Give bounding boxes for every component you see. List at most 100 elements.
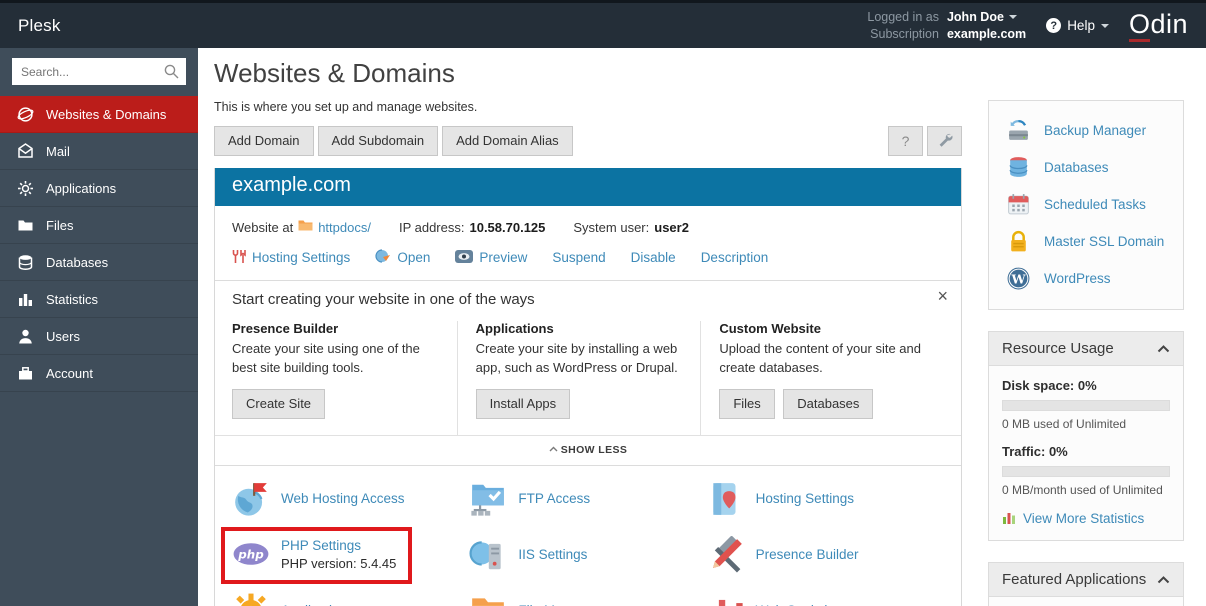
- backup-manager-link[interactable]: Backup Manager: [989, 112, 1183, 149]
- tool-iis-settings[interactable]: IIS Settings: [469, 536, 706, 574]
- scheduled-tasks-link[interactable]: Scheduled Tasks: [989, 186, 1183, 223]
- sidebar-item-applications[interactable]: Applications: [0, 170, 198, 207]
- open-link[interactable]: Open: [375, 248, 430, 267]
- sidebar-item-label: Files: [46, 217, 74, 233]
- presence-builder-icon: [707, 535, 745, 574]
- tools-icon: [232, 249, 246, 267]
- globe-icon: [17, 106, 34, 123]
- plesk-logo[interactable]: Plesk: [18, 16, 61, 36]
- gear-icon: [17, 180, 34, 197]
- disk-space-caption: 0 MB used of Unlimited: [1002, 417, 1127, 431]
- sidebar-item-account[interactable]: Account: [0, 355, 198, 392]
- mail-icon: [17, 142, 34, 160]
- add-domain-button[interactable]: Add Domain: [214, 126, 314, 156]
- getting-started-panel: × Start creating your website in one of …: [215, 280, 961, 466]
- hosting-settings-icon: [707, 480, 745, 518]
- add-subdomain-button[interactable]: Add Subdomain: [317, 126, 439, 156]
- tool-file-manager[interactable]: File Manager: [469, 592, 706, 606]
- tool-php-settings[interactable]: php PHP Settings PHP version: 5.4.45: [221, 526, 413, 584]
- tool-presence-builder[interactable]: Presence Builder: [707, 535, 944, 574]
- ftp-access-icon: [469, 480, 507, 518]
- topbar: Plesk Logged in as John Doe Subscription…: [0, 0, 1206, 48]
- php-version-text: PHP version: 5.4.45: [281, 555, 397, 571]
- search-icon[interactable]: [163, 63, 180, 85]
- sidebar-item-label: Databases: [46, 254, 109, 270]
- domain-info-row: Website at httpdocs/ IP address: 10.58.7…: [215, 206, 961, 237]
- sidebar-item-label: Mail: [46, 143, 70, 159]
- help-menu[interactable]: ? Help: [1046, 18, 1109, 33]
- install-apps-button[interactable]: Install Apps: [475, 388, 571, 419]
- tool-web-hosting-access[interactable]: Web Hosting Access: [232, 480, 469, 518]
- show-less-toggle[interactable]: SHOW LESS: [215, 434, 961, 465]
- add-domain-alias-button[interactable]: Add Domain Alias: [442, 126, 573, 156]
- close-icon[interactable]: ×: [937, 286, 948, 307]
- subscription-label: Subscription: [870, 27, 939, 41]
- promo-col-text: Upload the content of your site and crea…: [719, 341, 921, 375]
- promo-col-presence-builder: Presence Builder Create your site using …: [232, 321, 457, 435]
- docroot-link[interactable]: httpdocs/: [318, 220, 371, 235]
- svg-text:W: W: [1010, 271, 1026, 286]
- folder-icon: [17, 217, 34, 234]
- promo-title: Start creating your website in one of th…: [232, 291, 535, 308]
- promo-col-title: Custom Website: [719, 321, 821, 336]
- briefcase-icon: [17, 365, 34, 382]
- sidebar-item-users[interactable]: Users: [0, 318, 198, 355]
- master-ssl-domain-link[interactable]: Master SSL Domain: [989, 223, 1183, 260]
- odin-logo[interactable]: Odin: [1128, 9, 1188, 42]
- sidebar-item-websites-domains[interactable]: Websites & Domains: [0, 96, 198, 133]
- tool-web-statistics[interactable]: Web Statistics: [707, 592, 944, 606]
- traffic-progressbar: [1002, 466, 1170, 477]
- iis-settings-icon: [469, 536, 507, 574]
- help-label: Help: [1067, 18, 1095, 33]
- subscription-value[interactable]: example.com: [947, 26, 1026, 42]
- tool-ftp-access[interactable]: FTP Access: [469, 480, 706, 518]
- preview-eye-icon: [455, 249, 474, 266]
- wordpress-link[interactable]: W WordPress: [989, 260, 1183, 297]
- folder-icon: [298, 219, 313, 235]
- featured-applications-header[interactable]: Featured Applications: [989, 563, 1183, 597]
- ip-label: IP address:: [398, 219, 465, 235]
- chevron-up-icon: [1157, 575, 1170, 584]
- backup-manager-icon: [1006, 118, 1031, 143]
- tool-hosting-settings[interactable]: Hosting Settings: [707, 480, 944, 518]
- sidebar-item-statistics[interactable]: Statistics: [0, 281, 198, 318]
- php-badge-text: php: [237, 548, 264, 562]
- suspend-link[interactable]: Suspend: [552, 250, 605, 265]
- promo-col-applications: Applications Create your site by install…: [456, 321, 701, 435]
- sidebar-item-label: Users: [46, 328, 80, 344]
- databases-icon: [1006, 155, 1031, 180]
- files-button[interactable]: Files: [719, 388, 775, 419]
- sidebar-item-files[interactable]: Files: [0, 207, 198, 244]
- databases-link[interactable]: Databases: [989, 149, 1183, 186]
- hosting-settings-link[interactable]: Hosting Settings: [232, 249, 350, 267]
- promo-col-title: Presence Builder: [232, 321, 339, 336]
- description-link[interactable]: Description: [701, 250, 769, 265]
- sidebar-item-mail[interactable]: Mail: [0, 133, 198, 170]
- view-more-statistics-link[interactable]: View More Statistics: [1002, 510, 1170, 527]
- featured-applications-panel: Featured Applications Try out the most p…: [988, 562, 1184, 606]
- promo-col-title: Applications: [475, 321, 554, 336]
- sidebar: Websites & Domains Mail Applications Fil…: [0, 48, 198, 606]
- create-site-button[interactable]: Create Site: [232, 388, 326, 419]
- tool-applications[interactable]: Applications: [232, 592, 469, 606]
- user-name: John Doe: [946, 9, 1004, 24]
- databases-button[interactable]: Databases: [783, 388, 874, 419]
- settings-button[interactable]: [927, 126, 962, 156]
- disk-space-label: Disk space: 0%: [1002, 378, 1097, 393]
- search-input[interactable]: [12, 58, 186, 85]
- php-icon: php: [232, 535, 270, 573]
- domain-actions-row: Hosting Settings Open Preview Suspend Di…: [215, 237, 961, 280]
- sidebar-item-databases[interactable]: Databases: [0, 244, 198, 281]
- website-at-label: Website at: [232, 219, 294, 235]
- sidebar-item-label: Applications: [46, 180, 117, 196]
- disable-link[interactable]: Disable: [631, 250, 676, 265]
- resource-usage-header[interactable]: Resource Usage: [989, 332, 1183, 366]
- user-icon: [17, 328, 34, 345]
- user-menu[interactable]: John Doe: [947, 9, 1026, 25]
- system-user-label: System user:: [573, 219, 650, 235]
- wordpress-icon: W: [1006, 266, 1031, 291]
- sidebar-item-label: Websites & Domains: [46, 106, 167, 122]
- help-button[interactable]: ?: [888, 126, 923, 156]
- page-subtitle: This is where you set up and manage webs…: [214, 100, 478, 114]
- preview-link[interactable]: Preview: [455, 249, 527, 266]
